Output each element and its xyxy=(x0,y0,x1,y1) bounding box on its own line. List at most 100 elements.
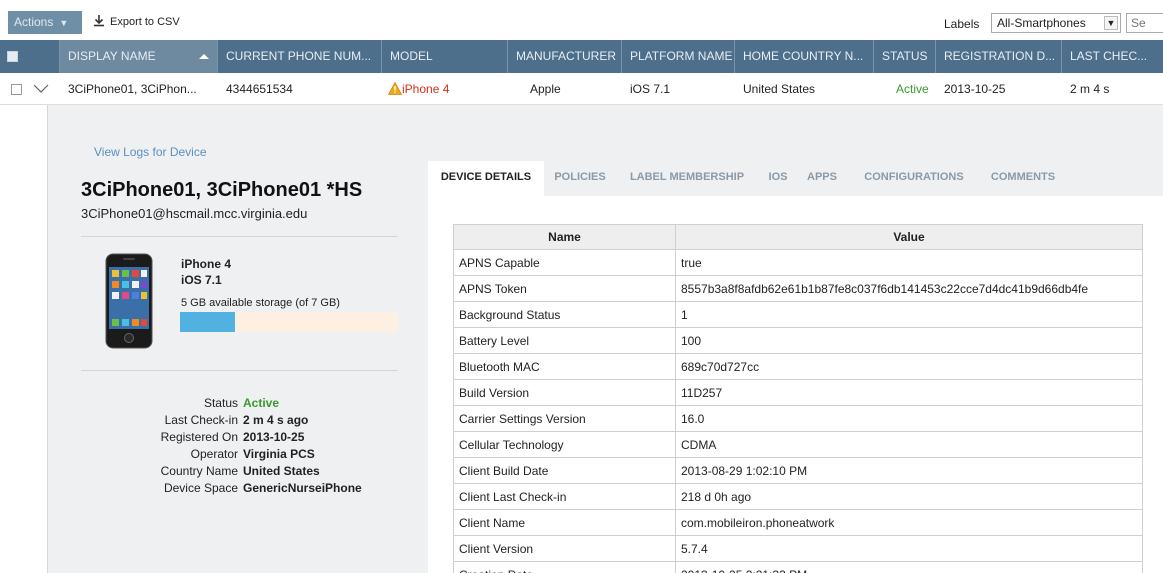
prop-value: GenericNurseiPhone xyxy=(243,481,362,495)
search-input[interactable]: Se xyxy=(1126,13,1163,33)
actions-label: Actions xyxy=(14,15,54,29)
detail-name-cell: Client Name xyxy=(453,509,676,536)
column-header-display-name[interactable]: DISPLAY NAME xyxy=(60,40,218,73)
table-row: Client Build Date 2013-08-29 1:02:10 PM xyxy=(453,457,1143,484)
table-row: Battery Level 100 xyxy=(453,327,1143,354)
divider xyxy=(81,370,398,371)
detail-value-cell: true xyxy=(675,249,1143,276)
tab-label-membership[interactable]: LABEL MEMBERSHIP xyxy=(622,161,752,196)
prop-key: Country Name xyxy=(160,464,238,478)
column-label: CURRENT PHONE NUM... xyxy=(226,49,372,63)
device-ios-version: iOS 7.1 xyxy=(181,273,222,287)
cell-display-name: 3CiPhone01, 3CiPhon... xyxy=(68,82,197,96)
toolbar: Actions ▼ Export to CSV Labels All-Smartp… xyxy=(0,5,1163,39)
device-email: 3CiPhone01@hscmail.mcc.virginia.edu xyxy=(81,206,308,221)
detail-value-cell: 8557b3a8f8afdb62e61b1b87fe8c037f6db14145… xyxy=(675,275,1143,302)
detail-value-cell: 689c70d727cc xyxy=(675,353,1143,380)
view-logs-link[interactable]: View Logs for Device xyxy=(94,145,207,159)
table-row: APNS Token 8557b3a8f8afdb62e61b1b87fe8c03… xyxy=(453,275,1143,302)
prop-status: Status Active xyxy=(81,396,398,412)
tab-apps[interactable]: APPS xyxy=(800,161,844,196)
column-header-last-check[interactable]: LAST CHEC... xyxy=(1062,40,1163,73)
cell-registration: 2013-10-25 xyxy=(944,82,1006,96)
detail-name-cell: Bluetooth MAC xyxy=(453,353,676,380)
detail-value-cell: 11D257 xyxy=(675,379,1143,406)
tab-policies[interactable]: POLICIES xyxy=(544,161,616,196)
prop-value: United States xyxy=(243,464,320,478)
detail-name-cell: Client Version xyxy=(453,535,676,562)
table-row[interactable]: 3CiPhone01, 3CiPhon... 4344651534 iPhone… xyxy=(0,74,1163,105)
prop-key: Operator xyxy=(190,447,238,461)
detail-tabs: DEVICE DETAILS POLICIES LABEL MEMBERSHIP… xyxy=(428,161,1163,196)
detail-name-cell: Creation Date xyxy=(453,561,676,573)
column-label: MANUFACTURER xyxy=(516,49,617,63)
tab-device-details[interactable]: DEVICE DETAILS xyxy=(428,161,544,196)
phone-icon xyxy=(105,253,153,349)
device-detail-panel: View Logs for Device 3CiPhone01, 3CiPhon… xyxy=(48,105,1163,573)
prop-key: Device Space xyxy=(163,481,238,495)
grid-header: DISPLAY NAME CURRENT PHONE NUM... MODEL … xyxy=(0,40,1163,73)
chevron-down-icon[interactable]: ▼ xyxy=(1104,16,1118,30)
table-row: Client Last Check-in 218 d 0h ago xyxy=(453,483,1143,510)
table-row: Client Name com.mobileiron.phoneatwork xyxy=(453,509,1143,536)
detail-value-cell: 1 xyxy=(675,301,1143,328)
detail-name-cell: Carrier Settings Version xyxy=(453,405,676,432)
actions-button[interactable]: Actions ▼ xyxy=(8,11,82,34)
column-header-registration[interactable]: REGISTRATION D... xyxy=(936,40,1062,73)
prop-key: Registered On xyxy=(160,430,238,444)
detail-value-cell: 2013-10-25 2:21:33 PM xyxy=(675,561,1143,573)
table-row: Build Version 11D257 xyxy=(453,379,1143,406)
table-row: Client Version 5.7.4 xyxy=(453,535,1143,562)
detail-name-cell: Cellular Technology xyxy=(453,431,676,458)
prop-last-checkin: Last Check-in 2 m 4 s ago xyxy=(81,413,398,429)
column-header-name: Name xyxy=(453,224,676,250)
cell-model: iPhone 4 xyxy=(382,74,508,104)
export-csv-button[interactable]: Export to CSV xyxy=(92,14,180,28)
prop-operator: Operator Virginia PCS xyxy=(81,447,398,463)
column-header-platform[interactable]: PLATFORM NAME xyxy=(622,40,735,73)
expanded-row-gutter xyxy=(0,105,48,573)
model-value: iPhone 4 xyxy=(402,82,450,96)
row-checkbox[interactable] xyxy=(11,84,22,95)
select-all-checkbox[interactable] xyxy=(7,51,18,62)
detail-value-cell: 16.0 xyxy=(675,405,1143,432)
device-model: iPhone 4 xyxy=(181,257,232,271)
column-header-status[interactable]: STATUS xyxy=(874,40,936,73)
divider xyxy=(81,236,398,237)
export-label: Export to CSV xyxy=(110,16,180,28)
detail-name-cell: APNS Capable xyxy=(453,249,676,276)
detail-value-cell: 218 d 0h ago xyxy=(675,483,1143,510)
select-all-cell xyxy=(0,40,60,73)
table-row: Background Status 1 xyxy=(453,301,1143,328)
tab-configurations[interactable]: CONFIGURATIONS xyxy=(852,161,976,196)
detail-value-cell: 100 xyxy=(675,327,1143,354)
column-header-model[interactable]: MODEL xyxy=(382,40,508,73)
detail-name-cell: Client Last Check-in xyxy=(453,483,676,510)
detail-value-cell: 5.7.4 xyxy=(675,535,1143,562)
column-header-home-country[interactable]: HOME COUNTRY N... xyxy=(735,40,874,73)
cell-phone: 4344651534 xyxy=(226,82,293,96)
detail-name-cell: APNS Token xyxy=(453,275,676,302)
device-details-table: Name Value APNS Capable true APNS Token 855… xyxy=(453,224,1143,573)
sort-ascending-icon xyxy=(199,54,209,59)
table-header-row: Name Value xyxy=(453,224,1143,250)
chevron-down-icon[interactable] xyxy=(33,82,49,94)
column-label: LAST CHEC... xyxy=(1070,49,1148,63)
cell-status: Active xyxy=(896,82,929,96)
table-row: Cellular Technology CDMA xyxy=(453,431,1143,458)
column-header-manufacturer[interactable]: MANUFACTURER xyxy=(508,40,622,73)
labels-label: Labels xyxy=(944,17,980,31)
table-row: Carrier Settings Version 16.0 xyxy=(453,405,1143,432)
column-header-phone[interactable]: CURRENT PHONE NUM... xyxy=(218,40,382,73)
column-label: HOME COUNTRY N... xyxy=(743,49,864,63)
cell-platform: iOS 7.1 xyxy=(630,82,671,96)
storage-text: 5 GB available storage (of 7 GB) xyxy=(181,297,340,309)
device-title: 3CiPhone01, 3CiPhone01 *HS xyxy=(81,179,363,201)
labels-select[interactable]: All-Smartphones ▼ xyxy=(991,13,1121,33)
tab-ios[interactable]: IOS xyxy=(758,161,798,196)
detail-name-cell: Client Build Date xyxy=(453,457,676,484)
tab-comments[interactable]: COMMENTS xyxy=(978,161,1068,196)
column-label: STATUS xyxy=(882,49,928,63)
labels-selected-value: All-Smartphones xyxy=(997,16,1086,30)
detail-value-cell: 2013-08-29 1:02:10 PM xyxy=(675,457,1143,484)
